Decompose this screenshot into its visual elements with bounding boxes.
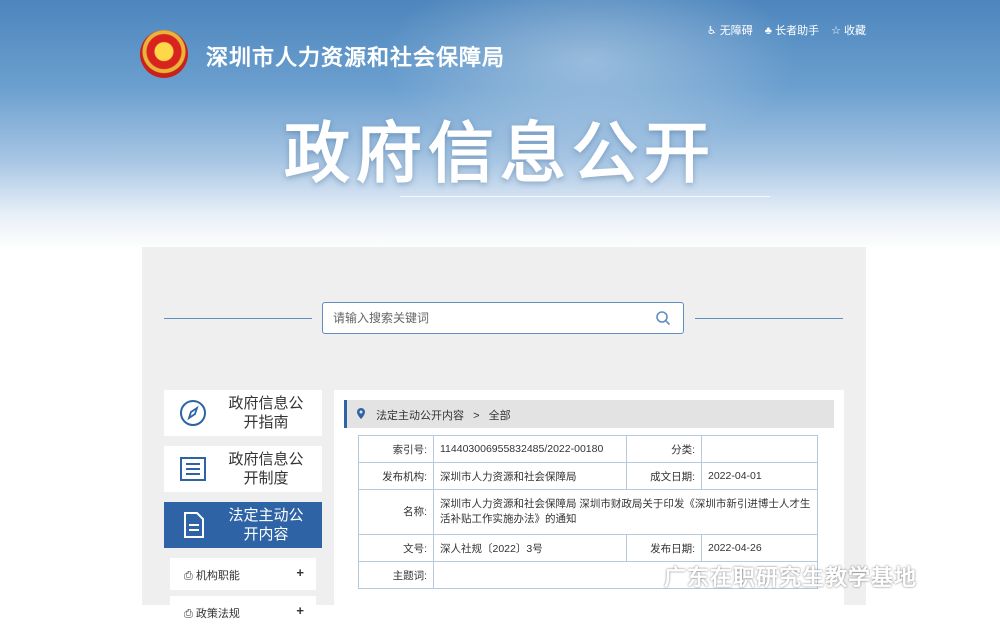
- submenu-item-policy[interactable]: ⎙ 政策法规 +: [170, 596, 316, 628]
- side-menu: 政府信息公开指南 政府信息公开制度 法定主动公开内容 ⎙ 机构职能 + ⎙ 政策…: [164, 390, 322, 634]
- doc-number-label: 文号:: [358, 534, 434, 562]
- table-row: 索引号: 11440300695583248​5/2022-00180 分类:: [358, 435, 818, 463]
- publisher-value: 深圳市人力资源和社会保障局: [433, 462, 627, 490]
- written-date-label: 成文日期:: [626, 462, 702, 490]
- bookmark-link[interactable]: ☆ 收藏: [831, 22, 866, 38]
- breadcrumb-current: 全部: [488, 410, 511, 422]
- accessibility-link[interactable]: ♿ 无障碍: [707, 22, 753, 38]
- bookmark-label: 收藏: [844, 25, 866, 37]
- search-divider-left: [164, 318, 312, 319]
- document-icon: [184, 512, 204, 538]
- doc-icon: ⎙: [184, 608, 193, 620]
- menu-item-label: 政府信息公开指南: [228, 395, 304, 431]
- page-title: 政府信息公开: [284, 116, 716, 190]
- index-value: 11440300695583248​5/2022-00180: [433, 435, 627, 463]
- submenu-label: 政策法规: [195, 608, 240, 620]
- search-box: [322, 302, 684, 334]
- doc-number-value: 深人社规〔2022〕3号: [433, 534, 627, 562]
- publish-date-label: 发布日期:: [626, 534, 702, 562]
- table-row: 名称: 深圳市人力资源和社会保障局 深圳市财政局关于印发《深圳市新引进博士人才生…: [358, 489, 818, 535]
- table-row: 发布机构: 深圳市人力资源和社会保障局 成文日期: 2022-04-01: [358, 462, 818, 490]
- menu-item-system[interactable]: 政府信息公开制度: [164, 446, 322, 492]
- search-input[interactable]: [323, 303, 653, 333]
- breadcrumb-separator: >: [473, 410, 480, 422]
- title-divider: [400, 196, 770, 197]
- category-value: [701, 435, 818, 463]
- list-icon: [180, 457, 206, 481]
- menu-item-label: 法定主动公开内容: [228, 507, 304, 543]
- subject-label: 主题词:: [358, 561, 434, 589]
- name-label: 名称:: [358, 489, 434, 535]
- search-divider-right: [695, 318, 843, 319]
- breadcrumb: 法定主动公开内容 > 全部: [344, 400, 834, 428]
- breadcrumb-section[interactable]: 法定主动公开内容: [376, 410, 464, 422]
- compass-icon: [180, 400, 206, 426]
- elder-assistant-link[interactable]: ♣ 长者助手: [765, 22, 819, 38]
- elder-assistant-label: 长者助手: [775, 25, 820, 37]
- menu-item-active-content[interactable]: 法定主动公开内容: [164, 502, 322, 548]
- publisher-label: 发布机构:: [358, 462, 434, 490]
- table-row: 文号: 深人社规〔2022〕3号 发布日期: 2022-04-26: [358, 534, 818, 562]
- submenu-item-org[interactable]: ⎙ 机构职能 +: [170, 558, 316, 590]
- name-value: 深圳市人力资源和社会保障局 深圳市财政局关于印发《深圳市新引进博士人才生活补贴工…: [433, 489, 818, 535]
- location-pin-icon: [357, 408, 365, 419]
- menu-item-label: 政府信息公开制度: [228, 451, 304, 487]
- org-icon: ⎙: [184, 570, 193, 582]
- utility-links: ♿ 无障碍 ♣ 长者助手 ☆ 收藏: [707, 22, 866, 38]
- national-emblem-logo: [140, 30, 188, 78]
- expand-icon[interactable]: +: [296, 603, 304, 618]
- menu-item-guide[interactable]: 政府信息公开指南: [164, 390, 322, 436]
- accessibility-label: 无障碍: [719, 25, 753, 37]
- category-label: 分类:: [626, 435, 702, 463]
- header-banner: 深圳市人力资源和社会保障局 ♿ 无障碍 ♣ 长者助手 ☆ 收藏 政府信息公开: [0, 0, 1000, 250]
- search-icon[interactable]: [655, 310, 671, 326]
- site-name[interactable]: 深圳市人力资源和社会保障局: [206, 40, 505, 72]
- watermark: 广东在职研究生教学基地: [664, 565, 918, 590]
- expand-icon[interactable]: +: [296, 565, 304, 580]
- main-panel: 政府信息公开指南 政府信息公开制度 法定主动公开内容 ⎙ 机构职能 +: [142, 247, 866, 628]
- index-label: 索引号:: [358, 435, 434, 463]
- submenu-label: 机构职能: [195, 570, 240, 582]
- written-date-value: 2022-04-01: [701, 462, 818, 490]
- publish-date-value: 2022-04-26: [701, 534, 818, 562]
